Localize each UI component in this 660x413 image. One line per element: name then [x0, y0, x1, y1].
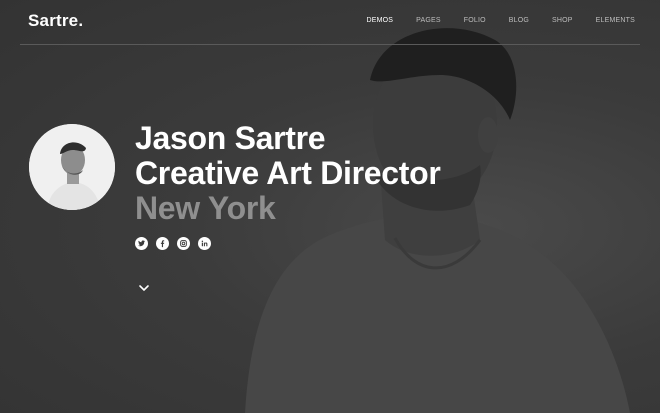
nav-item-elements[interactable]: ELEMENTS	[596, 17, 635, 24]
twitter-link[interactable]	[135, 237, 148, 250]
linkedin-icon	[201, 240, 208, 247]
nav-item-blog[interactable]: BLOG	[509, 17, 529, 24]
avatar	[29, 124, 115, 210]
chevron-down-icon	[139, 285, 149, 292]
social-links	[135, 237, 219, 250]
facebook-icon	[160, 240, 165, 248]
hero-location: New York	[135, 190, 276, 226]
hero-name: Jason Sartre	[135, 120, 326, 156]
instagram-link[interactable]	[177, 237, 190, 250]
nav-item-folio[interactable]: FOLIO	[464, 17, 486, 24]
main-nav: DEMOS PAGES FOLIO BLOG SHOP ELEMENTS	[343, 17, 635, 24]
linkedin-link[interactable]	[198, 237, 211, 250]
hero-headline: Jason Sartre Creative Art Director New Y…	[135, 121, 441, 226]
site-header: Sartre. DEMOS PAGES FOLIO BLOG SHOP ELEM…	[0, 0, 660, 44]
nav-item-shop[interactable]: SHOP	[552, 17, 573, 24]
nav-item-demos[interactable]: DEMOS	[366, 17, 393, 24]
nav-item-pages[interactable]: PAGES	[416, 17, 441, 24]
hero-role: Creative Art Director	[135, 155, 441, 191]
twitter-icon	[137, 240, 146, 247]
header-divider	[20, 44, 640, 45]
facebook-link[interactable]	[156, 237, 169, 250]
scroll-down-button[interactable]	[138, 280, 150, 292]
site-logo[interactable]: Sartre.	[28, 11, 83, 31]
instagram-icon	[180, 240, 187, 247]
avatar-portrait	[29, 124, 115, 210]
